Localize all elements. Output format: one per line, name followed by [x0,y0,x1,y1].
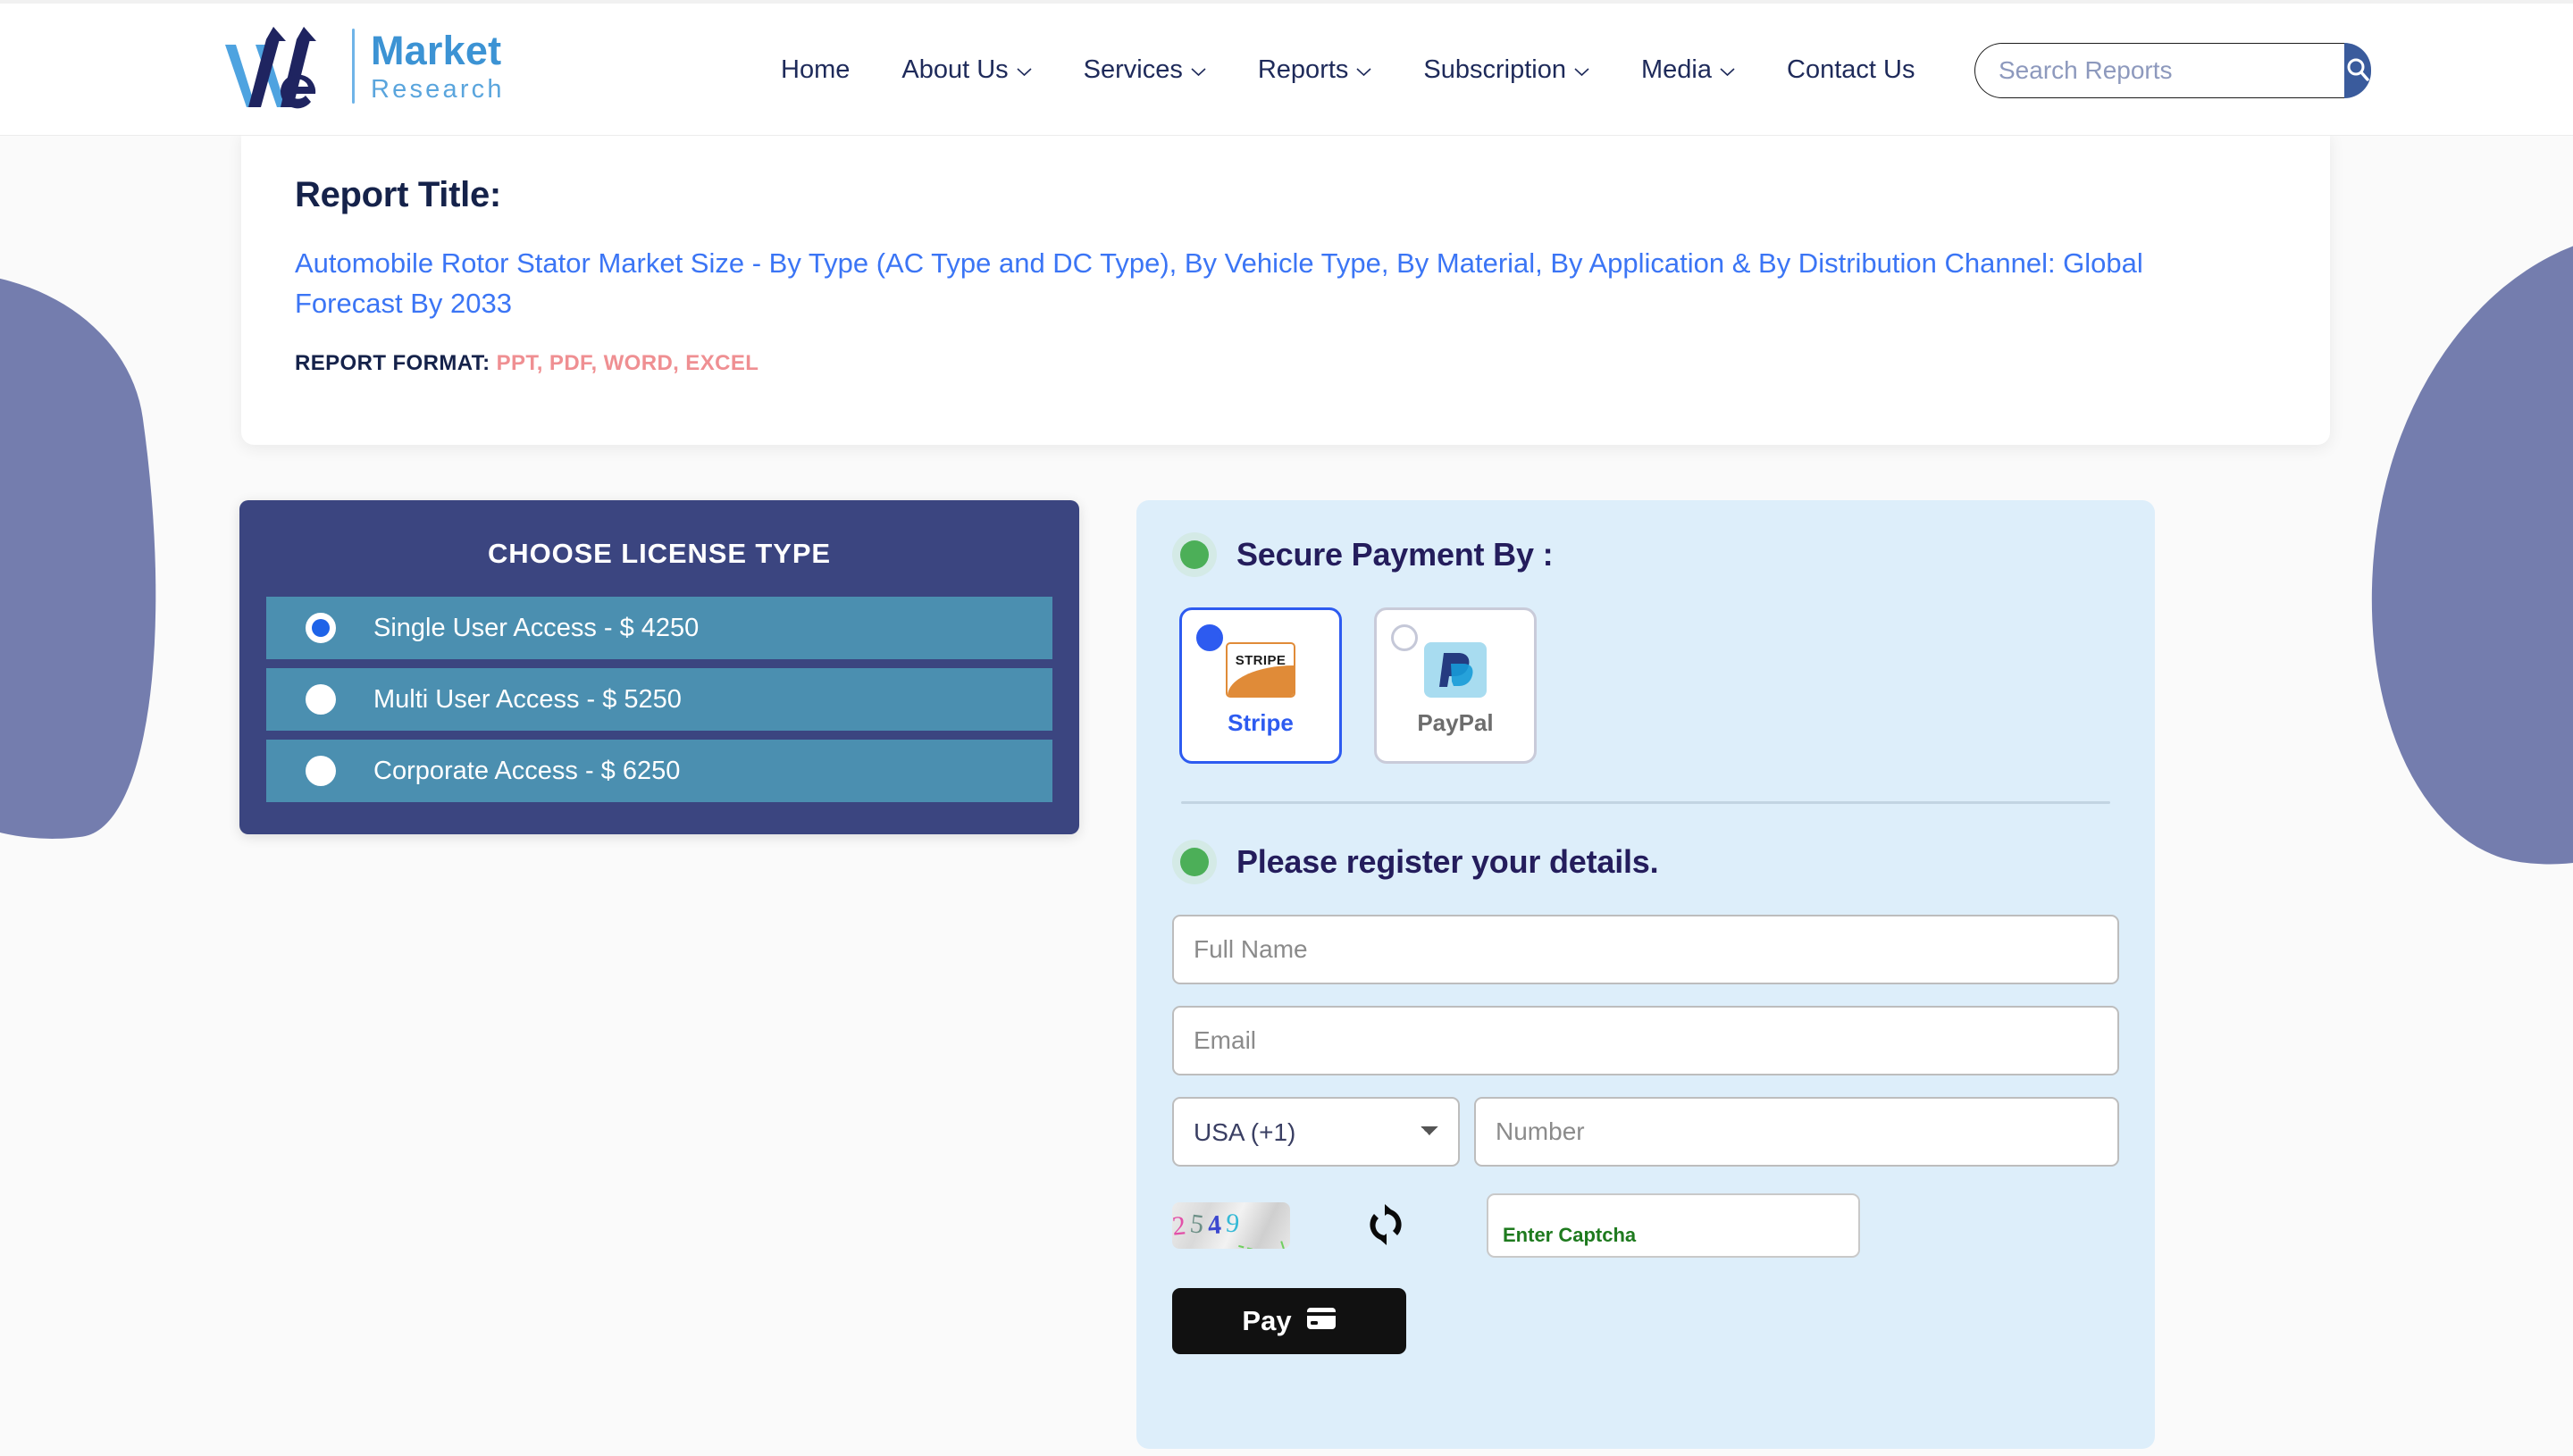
nav-label-contact-us: Contact Us [1787,54,1915,84]
chevron-down-icon [1356,68,1371,77]
register-details-title: Please register your details. [1236,843,1659,880]
decorative-blob-right [2334,198,2573,895]
captcha-row: 2 5 4 9 [1172,1193,2119,1258]
we-arrows-logo-icon [222,20,336,113]
captcha-digit: 9 [1224,1208,1241,1239]
pay-button-label: Pay [1242,1305,1292,1336]
chevron-down-icon [1720,68,1735,77]
captcha-digit: 4 [1206,1209,1223,1241]
payment-panel: Secure Payment By : STRIPE Stripe PayPal… [1136,500,2155,1449]
report-format-value: PPT, PDF, WORD, EXCEL [496,350,759,375]
nav-item-about-us[interactable]: About Us [876,55,1057,85]
secure-payment-title: Secure Payment By : [1236,536,1554,573]
license-option-corporate[interactable]: Corporate Access - $ 6250 [266,740,1052,802]
license-radio-corporate[interactable] [306,756,336,786]
email-input[interactable] [1172,1006,2119,1075]
stripe-logo-icon: STRIPE [1226,641,1295,698]
nav-item-subscription[interactable]: Subscription [1397,55,1615,85]
payment-radio-paypal[interactable] [1391,624,1418,651]
nav-label-subscription: Subscription [1423,54,1566,84]
green-dot-icon [1172,532,1217,577]
paypal-logo-icon [1421,641,1490,698]
register-details-heading: Please register your details. [1172,840,2119,884]
payment-method-list: STRIPE Stripe PayPal [1172,607,2119,764]
chevron-down-icon [1017,68,1032,77]
license-option-single-user[interactable]: Single User Access - $ 4250 [266,597,1052,659]
license-label-single-user: Single User Access - $ 4250 [373,613,700,642]
license-panel-title: CHOOSE LICENSE TYPE [488,538,831,569]
nav-label-reports: Reports [1257,54,1349,84]
report-title-heading: Report Title: [295,175,501,214]
search-button[interactable] [2344,43,2371,98]
captcha-image: 2 5 4 9 [1172,1202,1290,1249]
license-label-multi-user: Multi User Access - $ 5250 [373,684,682,714]
logo-text-market: Market [371,27,502,73]
license-label-corporate: Corporate Access - $ 6250 [373,756,681,785]
decorative-blob-left [0,245,200,875]
section-divider [1181,801,2110,804]
logo-text-research: Research [371,74,505,104]
payment-method-paypal[interactable]: PayPal [1374,607,1537,764]
phone-number-input[interactable] [1474,1097,2119,1167]
payment-method-label-paypal: PayPal [1417,708,1494,736]
chevron-down-icon [1191,68,1206,77]
nav-label-media: Media [1641,54,1712,84]
site-header: Market Research Home About Us Services R… [0,4,2573,136]
nav-item-contact-us[interactable]: Contact Us [1761,55,1940,85]
report-info-card: Report Title: Automobile Rotor Stator Ma… [241,132,2330,445]
captcha-refresh-button[interactable] [1362,1201,1410,1250]
license-type-panel: CHOOSE LICENSE TYPE Single User Access -… [239,500,1079,834]
payment-method-stripe[interactable]: STRIPE Stripe [1179,607,1342,764]
nav-item-reports[interactable]: Reports [1232,55,1398,85]
nav-label-home: Home [781,54,851,84]
license-option-multi-user[interactable]: Multi User Access - $ 5250 [266,668,1052,731]
nav-label-services: Services [1083,54,1183,84]
captcha-digit: 2 [1172,1210,1187,1242]
phone-row: USA (+1) [1172,1097,2119,1167]
country-code-select[interactable]: USA (+1) [1172,1097,1460,1167]
captcha-digit: 5 [1188,1209,1206,1240]
chevron-down-icon [1574,68,1589,77]
report-format-row: REPORT FORMAT: PPT, PDF, WORD, EXCEL [295,351,2276,376]
search-bar [1974,43,2371,98]
payment-method-label-stripe: Stripe [1228,708,1294,736]
nav-item-services[interactable]: Services [1058,55,1232,85]
search-icon [2344,56,2371,86]
search-input[interactable] [1974,43,2344,98]
nav-label-about-us: About Us [901,54,1009,84]
stripe-logo-text: STRIPE [1235,652,1286,668]
license-radio-single-user[interactable] [306,613,336,643]
main-navigation: Home About Us Services Reports Subscript… [755,4,1940,136]
license-radio-multi-user[interactable] [306,684,336,715]
nav-item-media[interactable]: Media [1615,55,1761,85]
credit-card-icon [1306,1305,1337,1337]
logo-divider [352,29,355,104]
nav-item-home[interactable]: Home [755,55,876,85]
site-logo[interactable]: Market Research [222,18,505,114]
captcha-input[interactable] [1487,1193,1860,1258]
green-dot-icon [1172,840,1217,884]
pay-button[interactable]: Pay [1172,1288,1406,1354]
report-title-link[interactable]: Automobile Rotor Stator Market Size - By… [295,244,2216,324]
refresh-icon [1363,1202,1408,1250]
report-format-label: REPORT FORMAT: [295,350,490,375]
full-name-input[interactable] [1172,915,2119,984]
payment-radio-stripe[interactable] [1196,624,1223,651]
secure-payment-heading: Secure Payment By : [1172,532,2119,577]
